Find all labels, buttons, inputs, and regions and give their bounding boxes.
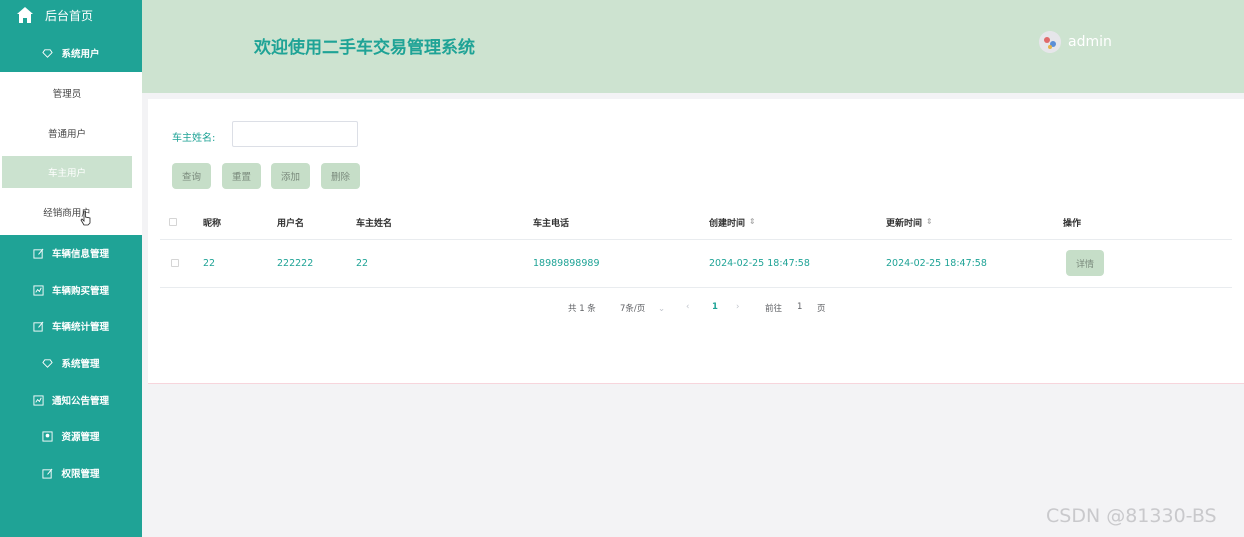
- diamond-icon: [42, 48, 54, 58]
- cell-updated: 2024-02-25 18:47:58: [886, 257, 987, 269]
- menu-permission[interactable]: 权限管理: [0, 456, 142, 490]
- sort-icon[interactable]: ⇕: [749, 218, 756, 226]
- page-size-select[interactable]: 7条/页 ⌄: [620, 302, 665, 314]
- top-header: 欢迎使用二手车交易管理系统 admin: [142, 0, 1244, 93]
- submenu-item-normal-user[interactable]: 普通用户: [2, 117, 132, 149]
- cell-phone: 18989898989: [533, 257, 600, 269]
- column-header-sortable[interactable]: 更新时间 ⇕: [886, 205, 933, 239]
- cell-created: 2024-02-25 18:47:58: [709, 257, 810, 269]
- search-label: 车主姓名:: [172, 133, 216, 144]
- row-checkbox[interactable]: [171, 239, 179, 287]
- submenu-label: 普通用户: [47, 129, 86, 140]
- avatar-icon: [1039, 31, 1061, 53]
- select-all-checkbox[interactable]: [169, 205, 177, 239]
- page-size-value: 7条/页: [620, 304, 646, 314]
- chart-icon: [33, 284, 44, 296]
- menu-resource[interactable]: 资源管理: [0, 419, 142, 453]
- chart-icon: [33, 394, 44, 406]
- menu-label: 权限管理: [61, 469, 100, 480]
- content-card: 车主姓名: 查询 重置 添加 删除 昵称 用户名 车主姓名 车主电话 创建时间 …: [148, 99, 1244, 384]
- table-header: 昵称 用户名 车主姓名 车主电话 创建时间 ⇕ 更新时间 ⇕ 操作: [160, 205, 1232, 240]
- column-header-sortable[interactable]: 创建时间 ⇕: [709, 205, 756, 239]
- menu-label: 系统用户: [61, 49, 100, 60]
- cursor-hand-icon: [80, 210, 91, 226]
- menu-label: 系统管理: [61, 359, 100, 370]
- column-header: 用户名: [277, 218, 305, 229]
- home-link[interactable]: 后台首页: [0, 0, 142, 30]
- submenu-item-owner-user[interactable]: 车主用户: [2, 156, 132, 188]
- column-header-label: 更新时间: [886, 218, 923, 229]
- cell-nickname: 22: [203, 257, 216, 269]
- owner-name-input[interactable]: [232, 121, 358, 147]
- submenu-item-admin[interactable]: 管理员: [2, 77, 132, 109]
- goto-input[interactable]: 1: [797, 302, 802, 312]
- sidebar: 后台首页 系统用户 管理员 普通用户 车主用户 经销商用户 车辆信息管理 车辆购…: [0, 0, 142, 537]
- chevron-down-icon: ⌄: [657, 304, 666, 314]
- delete-button[interactable]: 删除: [321, 163, 360, 189]
- page-number-current[interactable]: 1: [712, 302, 718, 312]
- menu-vehicle-info[interactable]: 车辆信息管理: [0, 236, 142, 270]
- column-header: 车主姓名: [356, 218, 393, 229]
- goto-suffix: 页: [817, 304, 826, 314]
- sort-icon[interactable]: ⇕: [926, 218, 933, 226]
- next-page-icon[interactable]: ›: [736, 302, 739, 312]
- detail-button[interactable]: 详情: [1066, 250, 1104, 276]
- reset-button[interactable]: 重置: [222, 163, 261, 189]
- submenu-label: 车主用户: [47, 168, 86, 179]
- edit-icon: [33, 321, 44, 332]
- user-card-icon: [42, 430, 54, 442]
- goto-prefix: 前往: [765, 304, 783, 314]
- column-header: 车主电话: [533, 218, 570, 229]
- prev-page-icon[interactable]: ‹: [686, 302, 689, 312]
- submenu-label: 管理员: [52, 89, 82, 100]
- home-label: 后台首页: [45, 9, 94, 23]
- column-header: 操作: [1063, 218, 1082, 229]
- pagination: 共 1 条 7条/页 ⌄ ‹ 1 › 前往 1 页: [148, 302, 1244, 316]
- avatar[interactable]: [1039, 31, 1061, 53]
- menu-label: 车辆信息管理: [51, 249, 109, 260]
- username[interactable]: admin: [1068, 34, 1112, 50]
- cell-action: 详情: [1066, 239, 1104, 287]
- diamond-icon: [42, 358, 54, 368]
- menu-system-users[interactable]: 系统用户: [0, 36, 142, 70]
- menu-system-manage[interactable]: 系统管理: [0, 346, 142, 380]
- watermark: CSDN @81330-BS: [1046, 505, 1217, 527]
- page-title: 欢迎使用二手车交易管理系统: [254, 38, 475, 58]
- cell-owner-name: 22: [356, 257, 369, 269]
- menu-label: 通知公告管理: [51, 396, 109, 407]
- submenu-item-dealer-user[interactable]: 经销商用户: [2, 196, 132, 228]
- pagination-total: 共 1 条: [568, 304, 596, 314]
- menu-label: 车辆统计管理: [51, 322, 109, 333]
- edit-icon: [42, 468, 53, 479]
- column-header-label: 创建时间: [709, 218, 746, 229]
- menu-vehicle-purchase[interactable]: 车辆购买管理: [0, 273, 142, 307]
- menu-label: 资源管理: [61, 432, 100, 443]
- column-header: 昵称: [203, 218, 222, 229]
- menu-label: 车辆购买管理: [51, 286, 109, 297]
- edit-icon: [33, 248, 44, 259]
- menu-vehicle-stats[interactable]: 车辆统计管理: [0, 309, 142, 343]
- home-icon: [17, 7, 33, 23]
- menu-notice[interactable]: 通知公告管理: [0, 383, 142, 417]
- table-row: 22 222222 22 18989898989 2024-02-25 18:4…: [160, 239, 1232, 288]
- add-button[interactable]: 添加: [271, 163, 310, 189]
- cell-username: 222222: [277, 257, 314, 269]
- query-button[interactable]: 查询: [172, 163, 211, 189]
